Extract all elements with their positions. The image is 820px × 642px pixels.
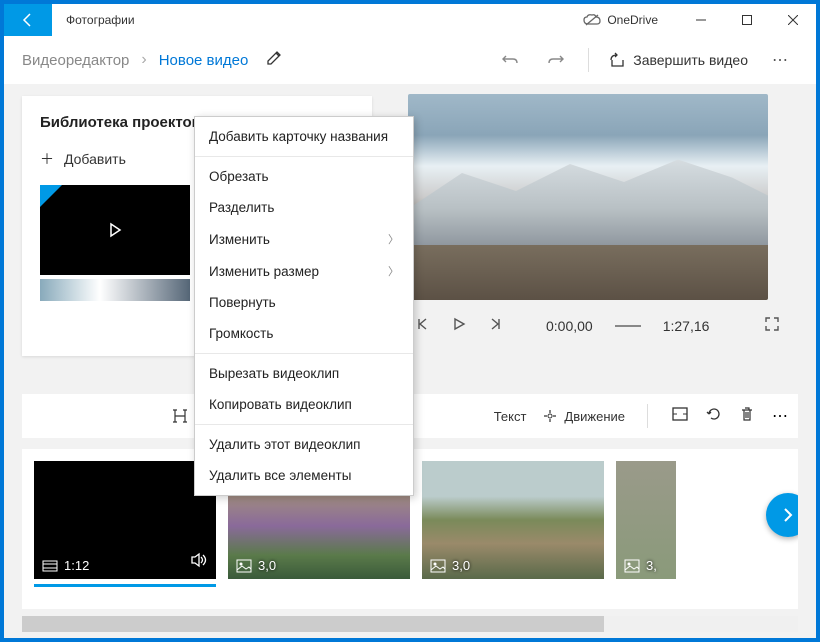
- chevron-right-icon: ›: [141, 51, 146, 69]
- motion-icon: [542, 408, 558, 424]
- aspect-button[interactable]: [672, 407, 688, 426]
- back-button[interactable]: [4, 4, 52, 36]
- breadcrumb-project[interactable]: Новое видео: [159, 52, 249, 69]
- scroll-next-button[interactable]: [766, 493, 798, 537]
- menu-edit[interactable]: Изменить〉: [195, 223, 413, 255]
- play-icon: [107, 222, 123, 238]
- onedrive-label: OneDrive: [607, 13, 658, 27]
- add-label: Добавить: [64, 151, 126, 167]
- menu-split[interactable]: Разделить: [195, 192, 413, 223]
- onedrive-status[interactable]: OneDrive: [583, 13, 658, 27]
- chevron-right-icon: [779, 506, 797, 524]
- motion-button[interactable]: Движение: [542, 408, 625, 424]
- volume-icon[interactable]: [190, 552, 208, 573]
- play-button[interactable]: [452, 317, 466, 334]
- export-icon: [609, 52, 625, 68]
- menu-delete-all[interactable]: Удалить все элементы: [195, 460, 413, 491]
- image-icon: [624, 559, 640, 573]
- selected-corner-icon: [40, 185, 62, 207]
- video-preview[interactable]: [408, 94, 768, 300]
- menu-resize[interactable]: Изменить размер〉: [195, 255, 413, 287]
- menu-volume[interactable]: Громкость: [195, 318, 413, 349]
- clip-selected-indicator: [34, 584, 216, 587]
- menu-add-title-card[interactable]: Добавить карточку названия: [195, 121, 413, 152]
- finish-video-label: Завершить видео: [633, 52, 748, 68]
- menu-delete-clip[interactable]: Удалить этот видеоклип: [195, 429, 413, 460]
- time-separator: [615, 325, 641, 327]
- chevron-right-icon: 〉: [388, 263, 399, 279]
- storyboard-clip[interactable]: 3,0: [422, 461, 604, 579]
- image-icon: [430, 559, 446, 573]
- storyboard-more-button[interactable]: ⋯: [772, 406, 788, 426]
- clip-context-menu: Добавить карточку названия Обрезать Разд…: [194, 116, 414, 496]
- text-button[interactable]: Текст: [494, 409, 527, 424]
- next-frame-button[interactable]: [488, 317, 502, 334]
- fullscreen-button[interactable]: [764, 316, 780, 335]
- time-total: 1:27,16: [663, 318, 710, 334]
- horizontal-scrollbar[interactable]: [22, 616, 798, 632]
- minimize-button[interactable]: [678, 4, 724, 36]
- chevron-right-icon: 〉: [388, 231, 399, 247]
- library-thumbnail[interactable]: [40, 185, 190, 275]
- plus-icon: ＋: [40, 149, 54, 169]
- clip-icon: [42, 560, 58, 572]
- menu-rotate[interactable]: Повернуть: [195, 287, 413, 318]
- time-current: 0:00,00: [546, 318, 593, 334]
- finish-video-button[interactable]: Завершить видео: [601, 52, 756, 68]
- breadcrumb-root[interactable]: Видеоредактор: [22, 52, 129, 69]
- app-title: Фотографии: [52, 13, 135, 27]
- storyboard-clip[interactable]: 1:12: [34, 461, 216, 579]
- edit-name-button[interactable]: [266, 50, 282, 71]
- more-button[interactable]: ⋯: [762, 50, 798, 70]
- main-toolbar: Видеоредактор › Новое видео Завершить ви…: [4, 36, 816, 84]
- image-icon: [236, 559, 252, 573]
- titlebar: Фотографии OneDrive: [4, 4, 816, 36]
- redo-button[interactable]: [536, 40, 576, 80]
- menu-trim[interactable]: Обрезать: [195, 161, 413, 192]
- delete-button[interactable]: [740, 406, 754, 427]
- menu-copy-clip[interactable]: Копировать видеоклип: [195, 389, 413, 420]
- undo-button[interactable]: [490, 40, 530, 80]
- player-controls: 0:00,00 1:27,16: [408, 300, 788, 351]
- library-thumbnail-small[interactable]: [40, 279, 190, 301]
- cloud-icon: [583, 14, 601, 26]
- storyboard-clip[interactable]: 3,: [616, 461, 676, 579]
- rotate-button[interactable]: [706, 406, 722, 427]
- prev-frame-button[interactable]: [416, 317, 430, 334]
- trim-icon: [172, 408, 188, 424]
- close-button[interactable]: [770, 4, 816, 36]
- maximize-button[interactable]: [724, 4, 770, 36]
- trim-tool-button[interactable]: [172, 408, 188, 424]
- menu-cut-clip[interactable]: Вырезать видеоклип: [195, 358, 413, 389]
- separator: [588, 48, 589, 72]
